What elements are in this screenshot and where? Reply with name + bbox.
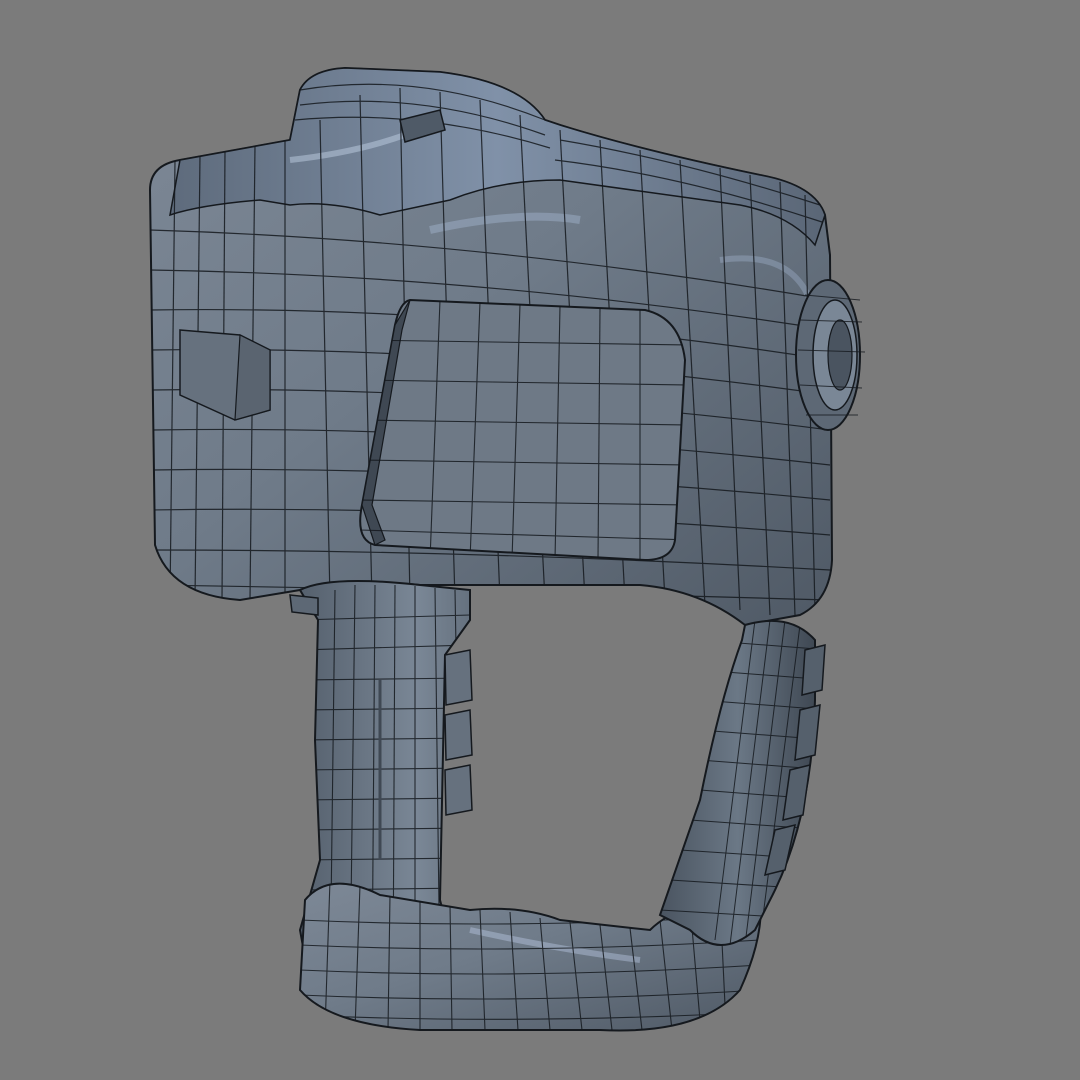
- model-ring-boss: [795, 279, 866, 431]
- model-front-panel: [359, 298, 687, 562]
- grip-ribs: [444, 649, 473, 816]
- model-rear-handle: [658, 619, 826, 946]
- viewport: [0, 0, 1080, 1080]
- wireframe-model-render: [148, 66, 866, 1032]
- model-flange: [289, 594, 319, 616]
